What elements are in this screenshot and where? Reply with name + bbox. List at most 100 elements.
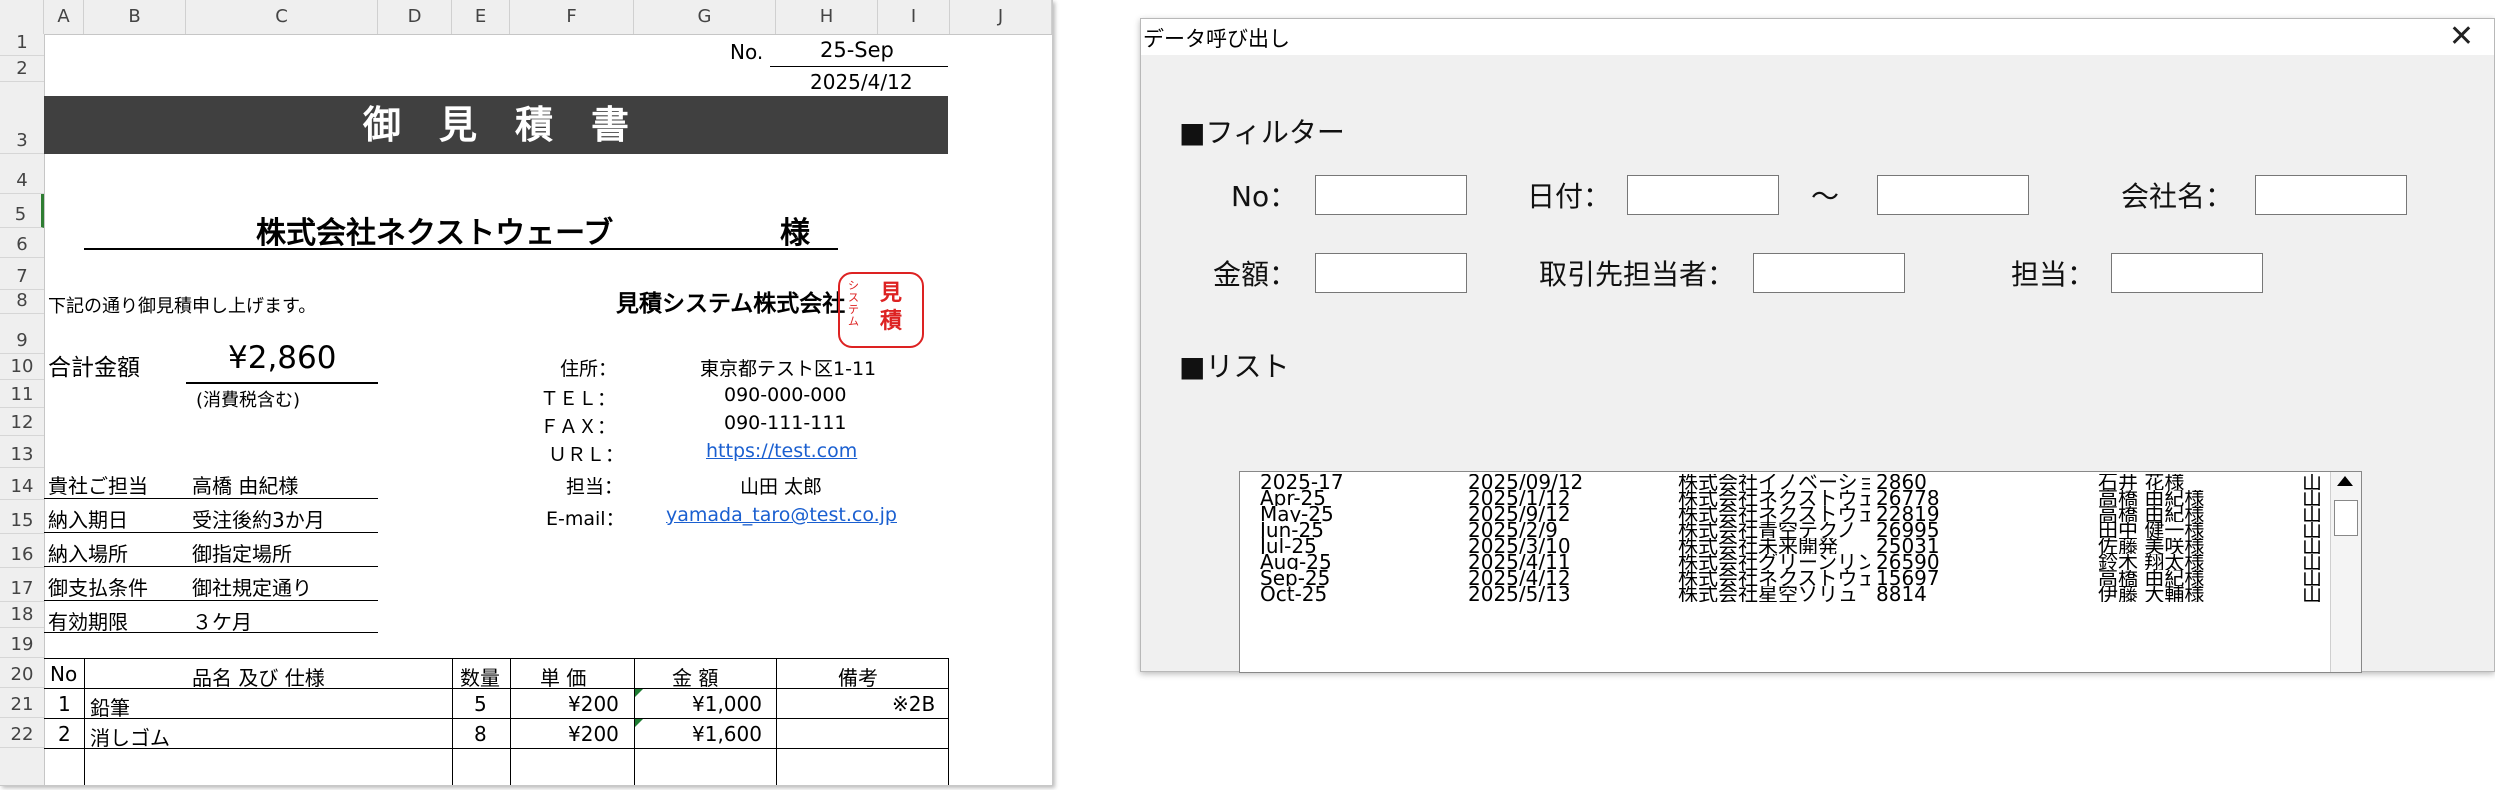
scroll-up-arrow-icon[interactable] bbox=[2337, 476, 2353, 486]
row-header[interactable]: 3 bbox=[0, 82, 44, 154]
quote-number-underline bbox=[770, 66, 948, 67]
info-underline bbox=[44, 632, 378, 633]
row-header[interactable]: 2 bbox=[0, 56, 44, 82]
table-border bbox=[452, 658, 453, 785]
table-border bbox=[776, 658, 777, 785]
item-qty: 8 bbox=[474, 722, 487, 746]
total-value: ¥2,860 bbox=[228, 340, 337, 376]
email-link[interactable]: yamada_taro@test.co.jp bbox=[666, 504, 897, 526]
item-note: ※2B bbox=[892, 692, 936, 716]
row-header[interactable]: 1 bbox=[0, 32, 44, 56]
fax-label: ＦＡＸ： bbox=[540, 416, 617, 438]
row-header[interactable]: 19 bbox=[0, 628, 44, 658]
person-input[interactable] bbox=[2111, 253, 2263, 293]
table-header-price: 単 価 bbox=[540, 666, 587, 690]
total-label: 合計金額 bbox=[48, 355, 140, 381]
row-header[interactable]: 12 bbox=[0, 408, 44, 436]
info-label: 納入場所 bbox=[48, 542, 128, 566]
column-header-i[interactable]: I bbox=[878, 0, 950, 34]
row-header[interactable]: 7 bbox=[0, 258, 44, 290]
close-icon[interactable]: ✕ bbox=[2449, 19, 2474, 55]
column-header-bar: A B C D E F G H I J bbox=[0, 0, 1052, 35]
table-header-qty: 数量 bbox=[460, 666, 500, 690]
table-header-item: 品名 及び 仕様 bbox=[192, 666, 325, 690]
date-label: 日付： bbox=[1527, 180, 1612, 213]
amount-input[interactable] bbox=[1315, 253, 1467, 293]
item-amount: ¥1,600 bbox=[692, 722, 762, 746]
table-header-amount: 金 額 bbox=[672, 666, 719, 690]
row-header[interactable]: 18 bbox=[0, 602, 44, 628]
column-header-g[interactable]: G bbox=[634, 0, 776, 34]
document-title: 御見積書 bbox=[44, 96, 948, 154]
row-header[interactable]: 6 bbox=[0, 228, 44, 258]
listbox-scrollbar[interactable] bbox=[2330, 472, 2361, 672]
item-name: 鉛筆 bbox=[90, 696, 130, 720]
total-underline bbox=[186, 382, 378, 384]
info-underline bbox=[44, 566, 378, 567]
url-link[interactable]: https://test.com bbox=[706, 440, 857, 462]
dialog-title-bar[interactable]: データ呼び出し ✕ bbox=[1141, 19, 2494, 55]
dialog-title: データ呼び出し bbox=[1143, 27, 1290, 51]
row-header[interactable]: 4 bbox=[0, 154, 44, 194]
customer-name: 株式会社ネクストウェーブ bbox=[256, 216, 614, 251]
company-name: 見積システム株式会社 bbox=[616, 291, 846, 317]
row-header[interactable]: 15 bbox=[0, 500, 44, 534]
table-header-note: 備考 bbox=[838, 666, 878, 690]
select-all-corner[interactable] bbox=[0, 0, 44, 34]
column-header-e[interactable]: E bbox=[452, 0, 510, 34]
client-person-input[interactable] bbox=[1753, 253, 1905, 293]
amount-label: 金額： bbox=[1213, 258, 1298, 291]
info-value: 御指定場所 bbox=[192, 542, 292, 566]
item-name: 消しゴム bbox=[90, 726, 170, 750]
no-label: No： bbox=[1231, 180, 1298, 213]
info-underline bbox=[44, 498, 378, 499]
column-header-d[interactable]: D bbox=[378, 0, 452, 34]
row-header[interactable]: 20 bbox=[0, 658, 44, 688]
tel-value: 090-000-000 bbox=[724, 384, 847, 406]
item-qty: 5 bbox=[474, 692, 487, 716]
date-range-tilde: ～ bbox=[1811, 180, 1840, 213]
column-header-b[interactable]: B bbox=[84, 0, 186, 34]
info-value: 高橋 由紀様 bbox=[192, 474, 299, 498]
row-header[interactable]: 13 bbox=[0, 436, 44, 468]
column-header-f[interactable]: F bbox=[510, 0, 634, 34]
date-to-input[interactable] bbox=[1877, 175, 2029, 215]
table-border bbox=[84, 658, 85, 785]
company-input[interactable] bbox=[2255, 175, 2407, 215]
info-label: 納入期日 bbox=[48, 508, 128, 532]
row-header[interactable]: 11 bbox=[0, 380, 44, 408]
column-header-h[interactable]: H bbox=[776, 0, 878, 34]
email-label: E-mail： bbox=[546, 508, 625, 530]
person-label: 担当： bbox=[566, 476, 624, 498]
table-header-no: No bbox=[50, 662, 78, 686]
info-value: 受注後約3か月 bbox=[192, 508, 325, 532]
column-header-j[interactable]: J bbox=[950, 0, 1052, 34]
row-header[interactable]: 10 bbox=[0, 354, 44, 380]
tel-label: ＴＥＬ： bbox=[540, 388, 617, 410]
customer-honorific: 様 bbox=[780, 216, 810, 251]
info-underline bbox=[44, 532, 378, 533]
row-header[interactable]: 14 bbox=[0, 468, 44, 500]
row-header[interactable]: 16 bbox=[0, 534, 44, 568]
list-heading: ■リスト bbox=[1179, 350, 1290, 383]
row-header[interactable]: 22 bbox=[0, 718, 44, 748]
info-label: 御支払条件 bbox=[48, 576, 148, 600]
date-from-input[interactable] bbox=[1627, 175, 1779, 215]
row-header[interactable]: 9 bbox=[0, 314, 44, 354]
column-header-a[interactable]: A bbox=[44, 0, 84, 34]
quote-date: 2025/4/12 bbox=[810, 70, 913, 94]
spreadsheet: A B C D E F G H I J 1 2 3 4 5 6 7 8 9 10… bbox=[0, 0, 1053, 786]
customer-underline bbox=[84, 248, 838, 250]
address-value: 東京都テスト区1-11 bbox=[700, 358, 877, 380]
url-label: ＵＲＬ： bbox=[548, 444, 625, 466]
column-header-c[interactable]: C bbox=[186, 0, 378, 34]
record-listbox[interactable]: 2025-17 2025/09/12 株式会社イノベーショ 2860 石井 花様山 Ap… bbox=[1239, 471, 2362, 673]
row-header[interactable]: 5 bbox=[0, 194, 44, 228]
row-header[interactable]: 17 bbox=[0, 568, 44, 602]
info-label: 貴社ご担当 bbox=[48, 474, 148, 498]
no-input[interactable] bbox=[1315, 175, 1467, 215]
row-header[interactable]: 21 bbox=[0, 688, 44, 718]
info-label: 有効期限 bbox=[48, 610, 128, 634]
row-header[interactable]: 8 bbox=[0, 290, 44, 314]
scroll-thumb[interactable] bbox=[2334, 500, 2358, 536]
